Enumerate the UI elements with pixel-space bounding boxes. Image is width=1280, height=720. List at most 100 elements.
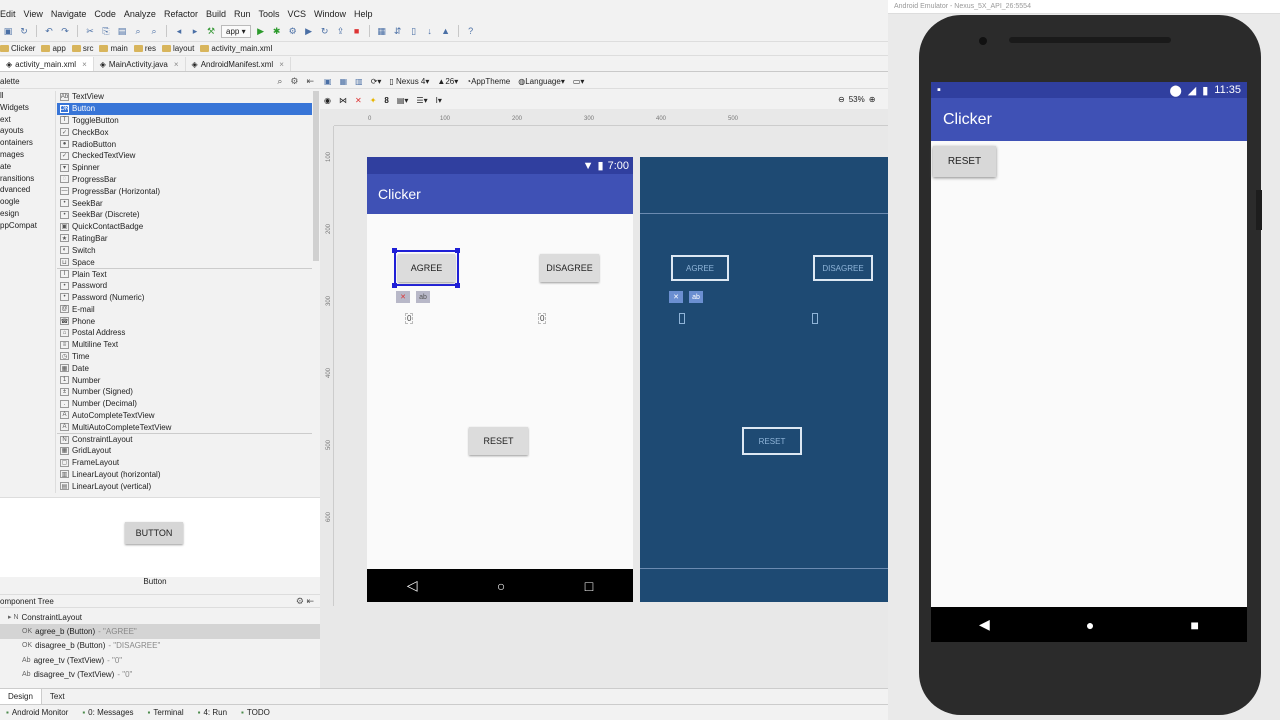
palette-item[interactable]: . Number (Decimal) xyxy=(57,398,312,410)
menu-tools[interactable]: Tools xyxy=(259,9,280,19)
zoom-out-icon[interactable]: ⊖ xyxy=(838,95,845,104)
tool-window-button[interactable]: ▪ Android Monitor xyxy=(6,708,68,717)
zoom-in-icon[interactable]: ⊕ xyxy=(869,95,876,104)
profile-icon[interactable]: ↻ xyxy=(319,25,331,37)
blueprint-agree-button[interactable]: AGREE xyxy=(671,255,729,281)
menu-run[interactable]: Run xyxy=(234,9,251,19)
palette-item[interactable]: @ E-mail xyxy=(57,303,312,315)
find-icon[interactable]: ⌕ xyxy=(132,25,144,37)
tree-row[interactable]: Ab agree_tv (TextView) - "0" xyxy=(0,653,320,667)
palette-item[interactable]: ◐ Switch xyxy=(57,244,312,256)
palette-item[interactable]: Ab TextView xyxy=(57,91,312,103)
make-icon[interactable]: ⚒ xyxy=(205,25,217,37)
theme-select[interactable]: ◔AppTheme xyxy=(466,77,510,86)
tree-row[interactable]: OK disagree_b (Button) - "DISAGREE" xyxy=(0,639,320,653)
blueprint-agree-count[interactable] xyxy=(679,313,685,324)
palette-category[interactable]: ext xyxy=(0,115,55,127)
resize-handle[interactable] xyxy=(455,283,460,288)
palette-item[interactable]: ≡ Multiline Text xyxy=(57,339,312,351)
palette-scrollbar[interactable] xyxy=(313,91,319,261)
palette-item[interactable]: • SeekBar (Discrete) xyxy=(57,209,312,221)
undo-icon[interactable]: ↶ xyxy=(43,25,55,37)
copy-icon[interactable]: ⎘ xyxy=(100,25,112,37)
close-icon[interactable]: × xyxy=(174,60,179,69)
infer-constraints-icon[interactable]: ✦ xyxy=(370,96,377,105)
blueprint-disagree-count[interactable] xyxy=(812,313,818,324)
hide-panel-icon[interactable]: ⇤ xyxy=(306,596,314,606)
emulator-side-button[interactable] xyxy=(1256,190,1262,230)
palette-item[interactable]: ▦ Date xyxy=(57,362,312,374)
tool-window-button[interactable]: ▪ 0: Messages xyxy=(82,708,133,717)
reset-button[interactable]: RESET xyxy=(469,427,528,455)
palette-item[interactable]: ☎ Phone xyxy=(57,315,312,327)
palette-category[interactable]: ayouts xyxy=(0,126,55,138)
show-constraints-icon[interactable]: ◉ xyxy=(324,96,331,105)
apply-changes-icon[interactable]: ⇪ xyxy=(335,25,347,37)
palette-item[interactable]: A AutoCompleteTextView xyxy=(57,410,312,422)
emulator-reset-button[interactable]: RESET xyxy=(933,146,996,177)
palette-item[interactable]: ⌂ Postal Address xyxy=(57,327,312,339)
stop-icon[interactable]: ■ xyxy=(351,25,363,37)
baseline-icon[interactable]: ab xyxy=(689,291,703,303)
baseline-icon[interactable]: ab xyxy=(416,291,430,303)
palette-item[interactable]: • Password xyxy=(57,280,312,292)
palette-item[interactable]: ± Number (Signed) xyxy=(57,386,312,398)
tool-window-button[interactable]: ▪ 4: Run xyxy=(198,708,227,717)
blueprint-screen[interactable]: AGREE ✕ ab DISAGREE RESET xyxy=(640,157,888,602)
emulator-screen[interactable]: ▪ ⬤ ◢ ▮ 11:35 Clicker RESET ◀ ● ■ xyxy=(931,82,1247,642)
palette-item[interactable]: ▥ LinearLayout (horizontal) xyxy=(57,469,312,481)
palette-category[interactable]: ate xyxy=(0,162,55,174)
tree-row[interactable]: ▸ N ConstraintLayout xyxy=(0,610,320,624)
api-select[interactable]: ▲26▾ xyxy=(437,77,458,86)
run-icon[interactable]: ▶ xyxy=(255,25,267,37)
blueprint-mode-icon[interactable]: ▦ xyxy=(340,77,348,86)
palette-item[interactable]: ★ RatingBar xyxy=(57,233,312,245)
design-mode-icon[interactable]: ▣ xyxy=(324,77,332,86)
breadcrumb-item[interactable]: activity_main.xml xyxy=(200,44,272,53)
tool-window-button[interactable]: ▪ Terminal xyxy=(148,708,184,717)
palette-item[interactable]: I Plain Text xyxy=(57,267,312,280)
sdk-manager-icon[interactable]: ↓ xyxy=(424,25,436,37)
guidelines-icon[interactable]: I▾ xyxy=(436,96,442,105)
editor-tab[interactable]: ◈ MainActivity.java × xyxy=(94,57,186,71)
blueprint-reset-button[interactable]: RESET xyxy=(742,427,802,455)
device-monitor-icon[interactable]: ▲ xyxy=(440,25,452,37)
default-margin-value[interactable]: 8 xyxy=(384,96,388,105)
back-nav-icon[interactable]: ◀ xyxy=(979,616,990,633)
pack-icon[interactable]: ▤▾ xyxy=(397,96,409,105)
gradle-sync-icon[interactable]: ⇵ xyxy=(392,25,404,37)
align-icon[interactable]: ☰▾ xyxy=(416,96,427,105)
cut-icon[interactable]: ✂ xyxy=(84,25,96,37)
palette-item[interactable]: ◷ Time xyxy=(57,351,312,363)
resize-handle[interactable] xyxy=(455,248,460,253)
breadcrumb-item[interactable]: src xyxy=(71,44,93,53)
sync-icon[interactable]: ↻ xyxy=(18,25,30,37)
menu-navigate[interactable]: Navigate xyxy=(51,9,87,19)
palette-item[interactable]: ▦ GridLayout xyxy=(57,445,312,457)
menu-refactor[interactable]: Refactor xyxy=(164,9,198,19)
palette-item[interactable]: ✓ CheckBox xyxy=(57,126,312,138)
palette-item[interactable]: • SeekBar xyxy=(57,197,312,209)
home-nav-icon[interactable]: ● xyxy=(1086,617,1094,633)
menu-view[interactable]: View xyxy=(24,9,43,19)
language-select[interactable]: ◍Language▾ xyxy=(518,77,565,86)
design-preview-screen[interactable]: ▼ ▮ 7:00 Clicker AGREE ✕ ab DISAGREE 0 0… xyxy=(367,157,633,602)
editor-tab[interactable]: ◈ activity_main.xml × xyxy=(0,57,94,71)
replace-icon[interactable]: ⌕ xyxy=(148,25,160,37)
disagree-button[interactable]: DISAGREE xyxy=(540,254,599,282)
palette-category[interactable]: dvanced xyxy=(0,185,55,197)
blueprint-disagree-button[interactable]: DISAGREE xyxy=(813,255,873,281)
palette-item[interactable]: ▾ Spinner xyxy=(57,162,312,174)
breadcrumb-item[interactable]: app xyxy=(41,44,66,53)
tree-row[interactable]: OK agree_b (Button) - "AGREE" xyxy=(0,624,320,639)
palette-item[interactable]: ▤ LinearLayout (vertical) xyxy=(57,480,312,492)
menu-code[interactable]: Code xyxy=(94,9,116,19)
forward-icon[interactable]: ▸ xyxy=(189,25,201,37)
attach-icon[interactable]: ⚙ xyxy=(287,25,299,37)
palette-category[interactable]: ransitions xyxy=(0,174,55,186)
help-icon[interactable]: ? xyxy=(465,25,477,37)
coverage-icon[interactable]: ▶ xyxy=(303,25,315,37)
tab-design[interactable]: Design xyxy=(0,689,42,704)
menu-vcs[interactable]: VCS xyxy=(288,9,307,19)
autoconnect-icon[interactable]: ⋈ xyxy=(339,96,347,105)
